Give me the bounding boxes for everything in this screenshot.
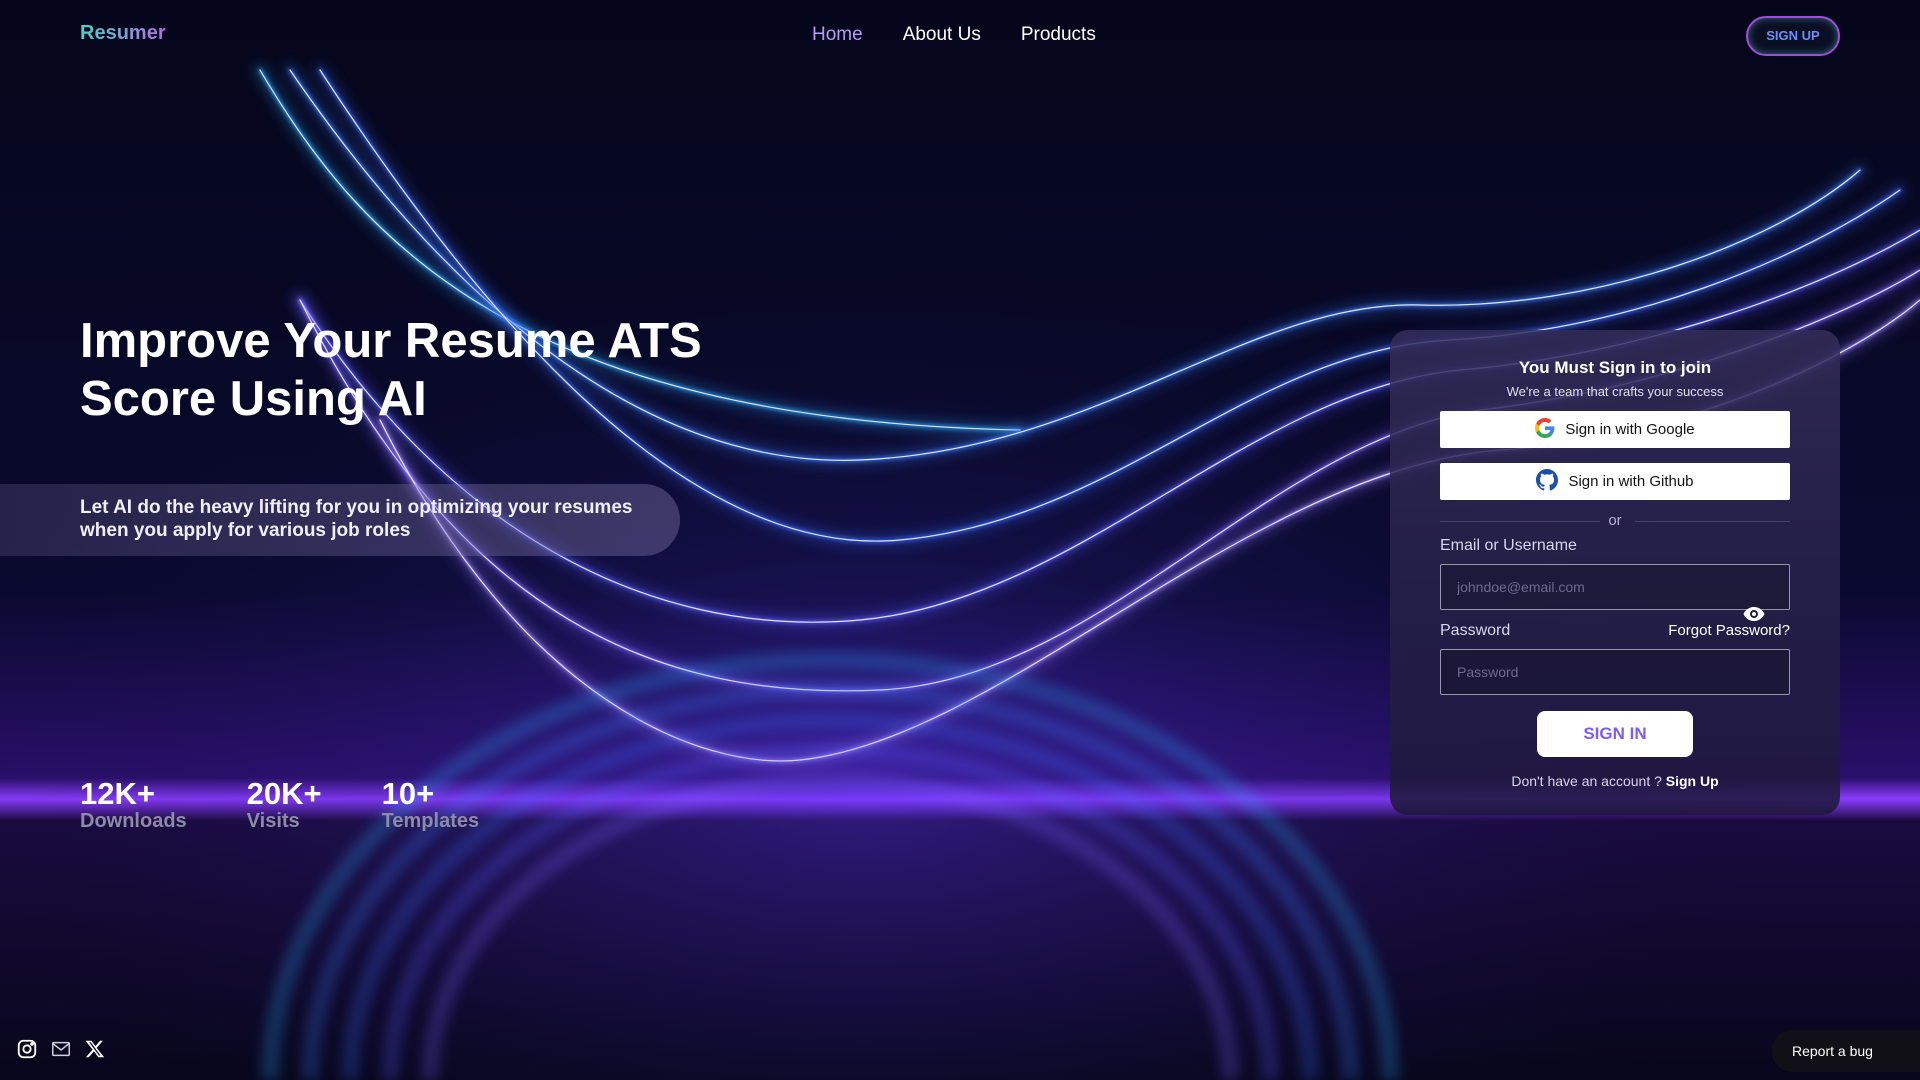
hero-subtitle-box: Let AI do the heavy lifting for you in o…: [0, 484, 680, 556]
stat-value: 10+: [381, 776, 435, 811]
google-signin-button[interactable]: Sign in with Google: [1440, 411, 1790, 448]
stat-label: Visits: [246, 810, 300, 832]
logo[interactable]: Resumer: [80, 22, 166, 45]
instagram-icon[interactable]: [16, 1038, 38, 1060]
github-signin-button[interactable]: Sign in with Github: [1440, 463, 1790, 500]
signin-card: You Must Sign in to join We're a team th…: [1390, 330, 1840, 815]
stat-label: Downloads: [80, 810, 187, 832]
or-divider: or: [1440, 512, 1790, 530]
password-label: Password: [1440, 622, 1511, 639]
signin-button[interactable]: SIGN IN: [1537, 711, 1693, 757]
stat-visits: 20K+ Visits: [246, 776, 322, 833]
signup-button[interactable]: SIGN UP: [1746, 16, 1840, 56]
github-signin-label: Sign in with Github: [1568, 473, 1694, 490]
hero-title: Improve Your Resume ATS Score Using AI: [80, 314, 702, 426]
stat-label: Templates: [381, 810, 480, 832]
divider-line: [1635, 521, 1790, 522]
nav-products[interactable]: Products: [1021, 24, 1096, 46]
github-icon: [1536, 468, 1559, 495]
social-links: [16, 1038, 106, 1060]
mail-icon[interactable]: [50, 1038, 72, 1060]
google-icon: [1535, 417, 1555, 442]
stat-value: 20K+: [246, 776, 322, 811]
no-account-row: Don't have an account ? Sign Up: [1390, 773, 1840, 789]
forgot-password-link[interactable]: Forgot Password?: [1668, 622, 1790, 639]
x-icon[interactable]: [84, 1038, 106, 1060]
password-field[interactable]: [1440, 649, 1790, 695]
nav-about-us[interactable]: About Us: [903, 24, 981, 46]
email-label: Email or Username: [1440, 537, 1577, 554]
stat-value: 12K+: [80, 776, 155, 811]
hero-subtitle: Let AI do the heavy lifting for you in o…: [80, 497, 633, 541]
top-nav: Resumer Home About Us Products SIGN UP: [0, 0, 1920, 72]
no-account-text: Don't have an account ?: [1511, 773, 1662, 789]
signin-title: You Must Sign in to join: [1518, 358, 1712, 377]
signup-link[interactable]: Sign Up: [1666, 773, 1719, 789]
stat-downloads: 12K+ Downloads: [80, 776, 187, 833]
nav-links: Home About Us Products: [812, 24, 1096, 46]
eye-icon[interactable]: [1742, 602, 1766, 626]
stats-row: 12K+ Downloads 20K+ Visits 10+ Templates: [80, 776, 480, 833]
google-signin-label: Sign in with Google: [1565, 421, 1695, 438]
nav-home[interactable]: Home: [812, 24, 863, 46]
report-bug-button[interactable]: Report a bug: [1772, 1030, 1920, 1072]
stat-templates: 10+ Templates: [381, 776, 480, 833]
email-field[interactable]: [1440, 564, 1790, 610]
signin-subtitle: We're a team that crafts your success: [1506, 384, 1724, 399]
